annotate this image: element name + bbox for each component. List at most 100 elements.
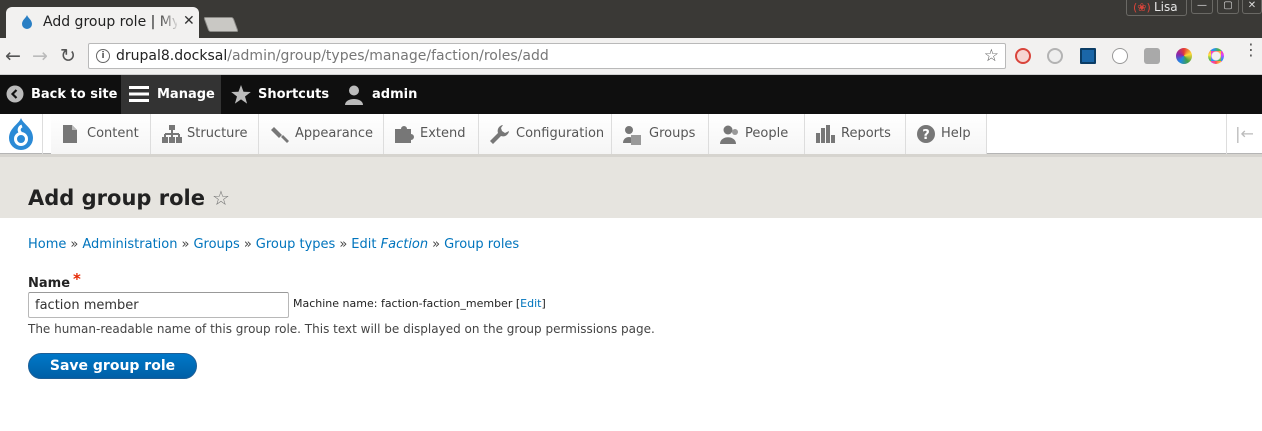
url-host: drupal8.docksal: [116, 48, 228, 64]
tray-label-help: Help: [941, 126, 971, 141]
structure-sitemap-icon: [162, 125, 182, 143]
tray-label-appearance: Appearance: [295, 126, 374, 141]
machine-name-edit-link[interactable]: Edit: [520, 297, 541, 310]
breadcrumb-home[interactable]: Home: [28, 237, 66, 252]
manage-tab[interactable]: Manage: [121, 75, 221, 114]
profile-button[interactable]: (❀) Lisa: [1126, 0, 1187, 16]
address-bar[interactable]: i drupal8.docksal/admin/group/types/mana…: [88, 43, 1006, 69]
breadcrumb-separator: »: [243, 237, 252, 252]
blocked-icon[interactable]: [1047, 48, 1063, 64]
tray-label-people: People: [745, 126, 789, 141]
name-input[interactable]: [28, 292, 289, 318]
add-shortcut-star-icon[interactable]: ☆: [212, 186, 230, 210]
minimize-window-icon[interactable]: —: [1191, 0, 1213, 14]
url-text: drupal8.docksal/admin/group/types/manage…: [116, 48, 549, 64]
site-info-icon[interactable]: i: [96, 49, 110, 63]
breadcrumb-edit-name: Faction: [380, 237, 429, 252]
tray-label-content: Content: [87, 126, 139, 141]
machine-name-text: Machine name: faction-faction_member [Ed…: [293, 297, 546, 310]
tray-collapse-icon[interactable]: |←: [1226, 114, 1262, 154]
breadcrumb-groups[interactable]: Groups: [193, 237, 239, 252]
breadcrumb-group-types[interactable]: Group types: [256, 237, 336, 252]
tray-item-reports[interactable]: Reports: [805, 114, 906, 154]
tab-title-fade: [156, 11, 180, 33]
refresh-ext-icon[interactable]: [1144, 48, 1160, 64]
breadcrumb: Home» Administration» Groups» Group types» E…: [28, 237, 519, 252]
tab-close-icon[interactable]: ✕: [183, 13, 195, 29]
chrome-color-icon[interactable]: [1208, 48, 1224, 64]
admin-menu-tray: Content Structure Appearance Extend Conf…: [0, 114, 1262, 154]
bookmark-star-icon[interactable]: ☆: [984, 46, 999, 66]
reports-bar-chart-icon: [816, 125, 835, 143]
code-icon[interactable]: [1112, 48, 1128, 64]
profile-avatar-icon: (❀): [1133, 1, 1151, 14]
back-circle-icon: [6, 85, 24, 103]
chrome-menu-icon[interactable]: ⋮: [1243, 42, 1259, 58]
shortcuts-label: Shortcuts: [258, 87, 330, 102]
tray-item-appearance[interactable]: Appearance: [259, 114, 384, 154]
save-group-role-button[interactable]: Save group role: [28, 353, 197, 379]
tray-item-people[interactable]: People: [709, 114, 805, 154]
page-header: Add group role ☆: [0, 154, 1262, 218]
configuration-wrench-icon: [490, 125, 509, 144]
tray-item-extend[interactable]: Extend: [384, 114, 479, 154]
content-document-icon: [63, 125, 77, 143]
tray-item-groups[interactable]: Groups: [612, 114, 709, 154]
forward-arrow-icon[interactable]: →: [29, 45, 51, 67]
user-tab[interactable]: admin: [337, 75, 427, 114]
tray-label-reports: Reports: [841, 126, 891, 141]
breadcrumb-separator: »: [181, 237, 190, 252]
name-field-description: The human-readable name of this group ro…: [28, 322, 655, 336]
color-picker-icon[interactable]: [1176, 48, 1192, 64]
tray-item-content[interactable]: Content: [51, 114, 151, 154]
people-icon: [720, 125, 738, 144]
breadcrumb-administration[interactable]: Administration: [82, 237, 177, 252]
breadcrumb-edit-faction[interactable]: Edit Faction: [351, 237, 428, 252]
profile-name: Lisa: [1154, 0, 1178, 14]
breadcrumb-separator: »: [432, 237, 441, 252]
breadcrumb-separator: »: [339, 237, 348, 252]
manage-label: Manage: [157, 87, 215, 102]
required-marker: *: [73, 270, 81, 288]
page-title: Add group role: [28, 186, 205, 210]
drupal-favicon-icon: [22, 15, 32, 29]
hamburger-menu-icon: [129, 86, 149, 102]
noscript-icon[interactable]: [1015, 48, 1031, 64]
extend-puzzle-icon: [395, 126, 414, 143]
svg-text:?: ?: [922, 128, 930, 143]
name-label-text: Name: [28, 276, 71, 291]
star-icon: [231, 85, 251, 104]
machine-name-value: Machine name: faction-faction_member: [293, 297, 513, 310]
browser-toolbar: ← → ↻ i drupal8.docksal/admin/group/type…: [0, 38, 1262, 75]
tray-item-configuration[interactable]: Configuration: [479, 114, 612, 154]
browser-titlebar: Add group role | My ✕ (❀) Lisa — ▢ ✕: [0, 0, 1262, 38]
drupal-logo[interactable]: [0, 114, 43, 154]
close-window-icon[interactable]: ✕: [1242, 0, 1262, 14]
url-path: /admin/group/types/manage/faction/roles/…: [227, 48, 549, 64]
maximize-window-icon[interactable]: ▢: [1217, 0, 1239, 14]
breadcrumb-separator: »: [70, 237, 79, 252]
tray-item-help[interactable]: ? Help: [906, 114, 987, 154]
tray-label-structure: Structure: [187, 126, 248, 141]
linkedin-icon[interactable]: [1080, 48, 1096, 64]
user-icon: [345, 85, 363, 105]
drupal-drop-icon: [9, 118, 33, 150]
tray-item-structure[interactable]: Structure: [151, 114, 259, 154]
groups-icon: [623, 126, 641, 145]
tray-label-configuration: Configuration: [516, 126, 605, 141]
shortcuts-tab[interactable]: Shortcuts: [223, 75, 331, 114]
help-question-icon: ?: [917, 125, 935, 143]
reload-icon[interactable]: ↻: [57, 45, 79, 67]
back-to-site-label: Back to site: [31, 87, 118, 102]
browser-tab[interactable]: Add group role | My ✕: [6, 7, 199, 38]
tray-label-extend: Extend: [420, 126, 466, 141]
user-label: admin: [372, 87, 418, 102]
new-tab-button[interactable]: [203, 17, 239, 32]
name-field-label: Name *: [28, 270, 81, 291]
tray-label-groups: Groups: [649, 126, 696, 141]
breadcrumb-edit-prefix: Edit: [351, 237, 377, 252]
breadcrumb-group-roles[interactable]: Group roles: [444, 237, 519, 252]
back-arrow-icon[interactable]: ←: [2, 45, 24, 67]
appearance-brush-icon: [271, 127, 289, 143]
back-to-site-link[interactable]: Back to site: [0, 75, 119, 114]
